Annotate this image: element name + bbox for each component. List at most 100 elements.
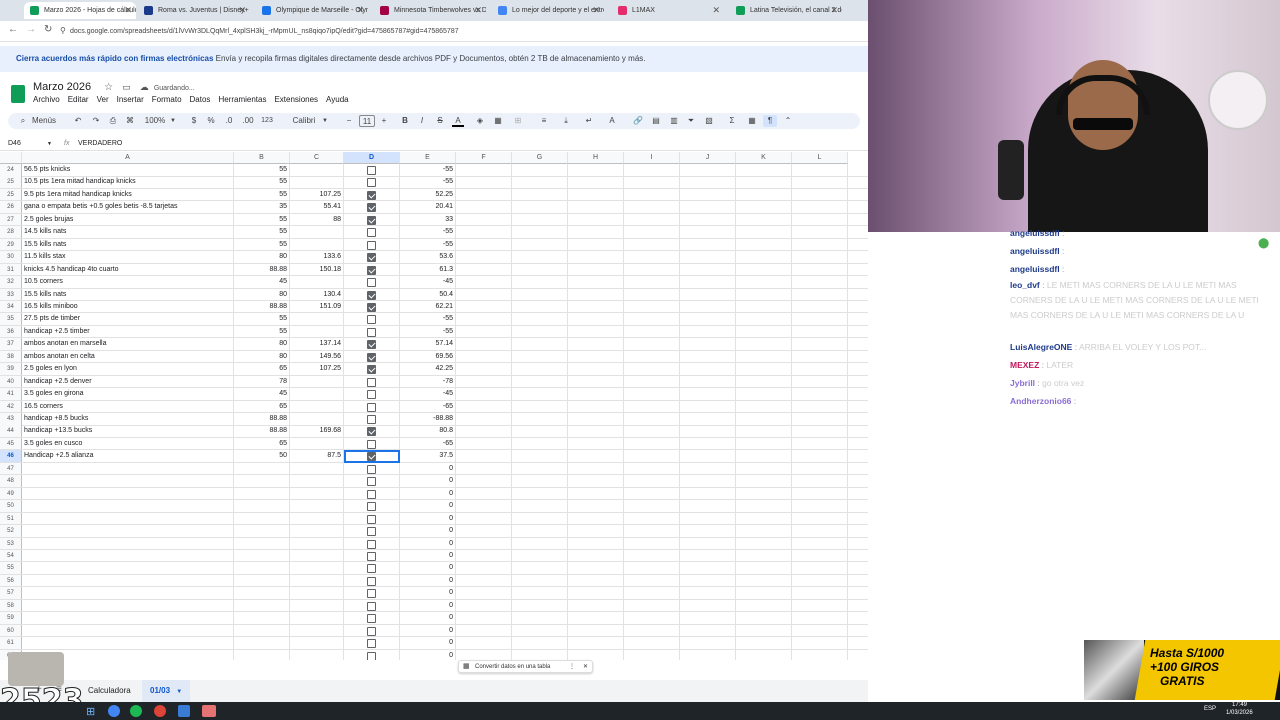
cell-a[interactable] xyxy=(22,637,234,649)
cell-empty[interactable] xyxy=(456,637,512,649)
cell-a[interactable] xyxy=(22,599,234,612)
cell-empty[interactable] xyxy=(568,525,624,537)
tab-close-icon[interactable]: ✕ xyxy=(592,2,600,19)
cell-empty[interactable] xyxy=(624,238,680,251)
row-number[interactable]: 57 xyxy=(0,587,22,599)
cell-empty[interactable] xyxy=(680,375,736,388)
cell-e[interactable]: 0 xyxy=(400,500,456,512)
cell-empty[interactable] xyxy=(512,263,568,276)
chrome-icon[interactable] xyxy=(154,705,166,717)
browser-tab[interactable]: L1MAX ✕ xyxy=(612,2,724,19)
tab-close-icon[interactable]: ✕ xyxy=(712,2,720,19)
cell-empty[interactable] xyxy=(680,276,736,288)
cell-a[interactable]: 3.5 goles en girona xyxy=(22,388,234,400)
cell-b[interactable] xyxy=(234,475,290,487)
cell-e[interactable]: -65 xyxy=(400,400,456,413)
cell-c[interactable]: 150.18 xyxy=(290,263,344,276)
cell-empty[interactable] xyxy=(624,612,680,624)
cell-e[interactable]: 50.4 xyxy=(400,288,456,300)
cell-empty[interactable] xyxy=(568,201,624,213)
cell-empty[interactable] xyxy=(456,388,512,400)
cell-empty[interactable] xyxy=(512,562,568,574)
cell-empty[interactable] xyxy=(456,574,512,587)
cell-empty[interactable] xyxy=(624,313,680,325)
cell-empty[interactable] xyxy=(792,375,848,388)
row-number[interactable]: 37 xyxy=(0,338,22,350)
cell-empty[interactable] xyxy=(792,201,848,213)
font-size-decrease-icon[interactable]: − xyxy=(344,115,354,127)
clock-date[interactable]: 1/03/2026 xyxy=(1226,710,1253,716)
decrease-decimal-button[interactable]: .0 xyxy=(222,115,236,127)
cell-a[interactable] xyxy=(22,500,234,512)
cell-empty[interactable] xyxy=(736,338,792,350)
cell-a[interactable]: 27.5 pts de timber xyxy=(22,313,234,325)
cell-e[interactable]: 0 xyxy=(400,612,456,624)
cell-c[interactable] xyxy=(290,226,344,238)
cell-empty[interactable] xyxy=(680,562,736,574)
row-number[interactable]: 46 xyxy=(0,450,22,462)
doc-title[interactable]: Marzo 2026 xyxy=(33,81,91,93)
cell-empty[interactable] xyxy=(736,562,792,574)
cell-empty[interactable] xyxy=(680,574,736,587)
cell-empty[interactable] xyxy=(512,176,568,188)
row-number[interactable]: 24 xyxy=(0,164,22,176)
cell-empty[interactable] xyxy=(680,313,736,325)
cell-empty[interactable] xyxy=(512,188,568,201)
cell-empty[interactable] xyxy=(624,624,680,637)
checkbox[interactable] xyxy=(367,564,376,574)
cell-empty[interactable] xyxy=(680,525,736,537)
cell-b[interactable] xyxy=(234,512,290,525)
cell-e[interactable]: 0 xyxy=(400,587,456,599)
cell-empty[interactable] xyxy=(680,176,736,188)
cell-empty[interactable] xyxy=(792,587,848,599)
cell-e[interactable]: -65 xyxy=(400,437,456,450)
row-number[interactable]: 51 xyxy=(0,512,22,525)
cell-e[interactable]: 62.21 xyxy=(400,300,456,313)
row-number[interactable]: 55 xyxy=(0,562,22,574)
cell-c[interactable]: 107.25 xyxy=(290,363,344,375)
cell-empty[interactable] xyxy=(624,188,680,201)
cell-c[interactable]: 87.5 xyxy=(290,450,344,462)
cell-empty[interactable] xyxy=(624,288,680,300)
cell-a[interactable]: 9.5 pts 1era mitad handicap knicks xyxy=(22,188,234,201)
formula-input[interactable]: VERDADERO xyxy=(78,137,778,151)
cell-empty[interactable] xyxy=(792,251,848,263)
cell-empty[interactable] xyxy=(792,238,848,251)
cell-b[interactable]: 55 xyxy=(234,164,290,176)
cell-c[interactable] xyxy=(290,624,344,637)
cell-empty[interactable] xyxy=(680,288,736,300)
cell-empty[interactable] xyxy=(568,400,624,413)
cell-empty[interactable] xyxy=(568,637,624,649)
cell-empty[interactable] xyxy=(680,500,736,512)
cell-empty[interactable] xyxy=(456,624,512,637)
menu-item[interactable]: Herramientas xyxy=(218,95,266,107)
checkbox[interactable] xyxy=(367,265,376,275)
cell-empty[interactable] xyxy=(624,549,680,562)
cell-empty[interactable] xyxy=(680,263,736,276)
cell-empty[interactable] xyxy=(736,624,792,637)
cell-empty[interactable] xyxy=(624,251,680,263)
convert-to-table-label[interactable]: Convertir datos en una tabla xyxy=(475,664,550,670)
cell-e[interactable]: -55 xyxy=(400,238,456,251)
cell-c[interactable] xyxy=(290,164,344,176)
increase-decimal-button[interactable]: .00 xyxy=(239,115,257,127)
row-number[interactable]: 28 xyxy=(0,226,22,238)
cell-e[interactable]: -45 xyxy=(400,276,456,288)
cell-empty[interactable] xyxy=(624,512,680,525)
cell-a[interactable] xyxy=(22,487,234,500)
cell-empty[interactable] xyxy=(512,251,568,263)
cell-b[interactable] xyxy=(234,599,290,612)
checkbox[interactable] xyxy=(367,576,376,586)
cell-c[interactable] xyxy=(290,637,344,649)
cell-empty[interactable] xyxy=(624,462,680,475)
chat-username[interactable]: MEXEZ xyxy=(1010,360,1039,370)
cell-empty[interactable] xyxy=(512,475,568,487)
cell-empty[interactable] xyxy=(512,375,568,388)
zoom-select[interactable]: 100% xyxy=(142,115,168,127)
cell-empty[interactable] xyxy=(792,624,848,637)
browser-tab[interactable]: Lo mejor del deporte y el entre ✕ xyxy=(492,2,604,19)
checkbox[interactable] xyxy=(367,290,376,300)
column-header-k[interactable]: K xyxy=(736,152,792,164)
column-header-b[interactable]: B xyxy=(234,152,290,164)
cell-empty[interactable] xyxy=(680,587,736,599)
